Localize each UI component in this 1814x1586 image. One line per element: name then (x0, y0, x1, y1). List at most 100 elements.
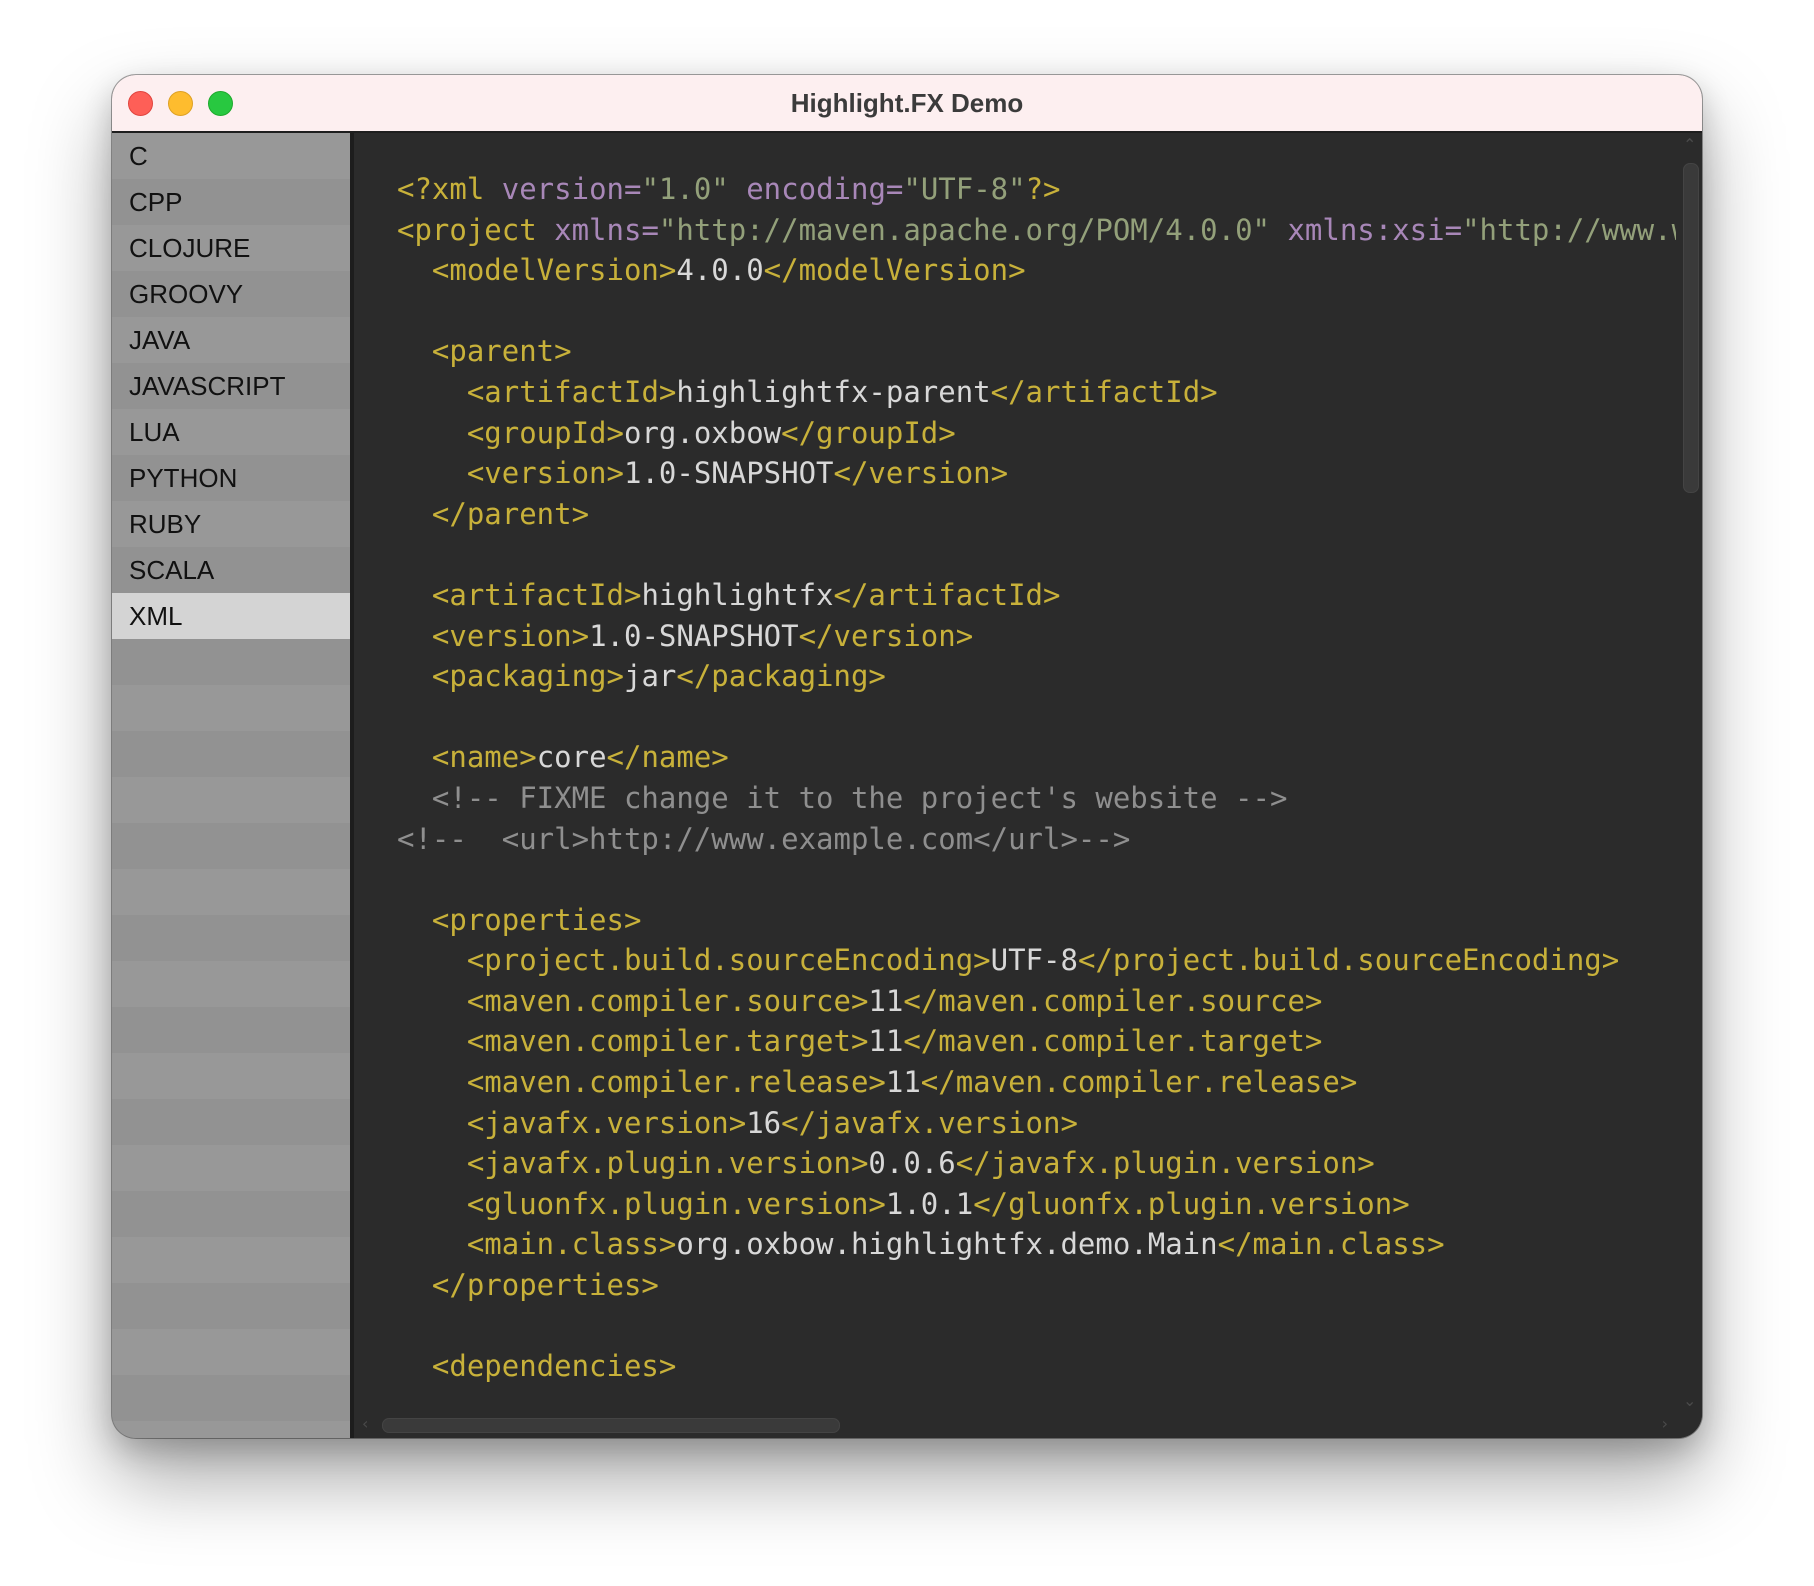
code-line: <main.class>org.oxbow.highlightfx.demo.M… (397, 1224, 1702, 1265)
language-list-panel: C CPP CLOJURE GROOVY JAVA JAVASCRIPT LUA PYTHON… (112, 133, 354, 1438)
code-line: <javafx.version>16</javafx.version> (397, 1103, 1702, 1144)
code-token-tag: <modelVersion> (431, 253, 677, 288)
language-item-cpp[interactable]: CPP (112, 179, 350, 225)
code-token-com: <!-- <url>http://www.example.com</url>--… (397, 821, 1131, 856)
language-list[interactable]: C CPP CLOJURE GROOVY JAVA JAVASCRIPT LUA PYTHON… (112, 133, 350, 639)
language-item-xml[interactable]: XML (112, 593, 350, 639)
vertical-scrollbar[interactable]: ⌃ ⌄ (1676, 133, 1702, 1412)
code-token-text: jar (623, 659, 677, 694)
horizontal-scroll-thumb[interactable] (382, 1418, 840, 1433)
code-token-tag: <javafx.plugin.version> (466, 1146, 869, 1181)
code-token-tag: <javafx.version> (466, 1105, 747, 1140)
code-token-tag: </modelVersion> (763, 253, 1026, 288)
code-token-tag: </packaging> (676, 659, 886, 694)
code-line: <modelVersion>4.0.0</modelVersion> (397, 250, 1702, 291)
language-item-ruby[interactable]: RUBY (112, 501, 350, 547)
code-line: <name>core</name> (397, 737, 1702, 778)
code-line: <properties> (397, 900, 1702, 941)
code-token-tag: <packaging> (431, 659, 624, 694)
language-item-groovy[interactable]: GROOVY (112, 271, 350, 317)
scroll-up-icon[interactable]: ⌃ (1683, 135, 1696, 154)
code-token-text: 1.0-SNAPSHOT (623, 456, 834, 491)
code-line: <version>1.0-SNAPSHOT</version> (397, 616, 1702, 657)
code-token-tag: </project.build.sourceEncoding> (1077, 943, 1620, 978)
code-line: <parent> (397, 331, 1702, 372)
code-token-tag: <version> (431, 618, 590, 653)
scroll-right-icon[interactable]: › (1662, 1414, 1668, 1433)
code-token-tag: </artifactId> (990, 374, 1218, 409)
code-token-text: 16 (746, 1105, 782, 1140)
code-token-attr: encoding= (728, 172, 904, 206)
code-line: </parent> (397, 494, 1702, 535)
code-token-text: core (536, 740, 607, 775)
code-line: <!-- FIXME change it to the project's we… (397, 778, 1702, 819)
code-token-text: 11 (885, 1065, 921, 1100)
code-token-tag: </groupId> (781, 415, 956, 450)
code-line: <project xmlns="http://maven.apache.org/… (397, 210, 1702, 251)
horizontal-scrollbar[interactable]: ‹ › (354, 1412, 1676, 1438)
vertical-scroll-thumb[interactable] (1683, 163, 1699, 493)
code-line: <groupId>org.oxbow</groupId> (397, 413, 1702, 454)
language-item-python[interactable]: PYTHON (112, 455, 350, 501)
code-token-text: org.oxbow (623, 415, 782, 450)
code-token-tag: <version> (466, 456, 624, 491)
code-token-text: highlightfx (641, 577, 834, 612)
language-item-clojure[interactable]: CLOJURE (112, 225, 350, 271)
code-token-val: "http://www.w3 (1462, 212, 1702, 247)
code-line: <dependencies> (397, 1346, 1702, 1387)
code-token-text: 11 (868, 983, 904, 1018)
code-token-tag: <maven.compiler.release> (466, 1065, 886, 1100)
code-token-attr: xmlns= (554, 212, 659, 247)
code-token-text: highlightfx-parent (676, 374, 991, 409)
code-editor[interactable]: <?xml version="1.0" encoding="UTF-8"?> <p… (354, 133, 1702, 1438)
code-area[interactable]: <?xml version="1.0" encoding="UTF-8"?> <p… (397, 169, 1702, 1387)
code-token-tag: </version> (798, 618, 974, 653)
language-item-java[interactable]: JAVA (112, 317, 350, 363)
language-item-lua[interactable]: LUA (112, 409, 350, 455)
title-bar: Highlight.FX Demo (112, 75, 1702, 133)
code-line: <!-- <url>http://www.example.com</url>--… (397, 819, 1702, 860)
code-token-tag: </version> (833, 456, 1009, 491)
language-item-scala[interactable]: SCALA (112, 547, 350, 593)
language-item-c[interactable]: C (112, 133, 350, 179)
code-token-text: org.oxbow.highlightfx.demo.Main (676, 1227, 1218, 1262)
scroll-down-icon[interactable]: ⌄ (1683, 1391, 1696, 1410)
code-token-tag: <artifactId> (431, 577, 642, 612)
app-window: Highlight.FX Demo C CPP CLOJURE GROOVY JAVA J… (112, 75, 1702, 1438)
code-token-com: <!-- FIXME change it to the project's we… (397, 780, 1288, 815)
code-token-tag: <parent> (431, 334, 572, 369)
language-item-javascript[interactable]: JAVASCRIPT (112, 363, 350, 409)
code-token-tag: </parent> (431, 496, 590, 531)
code-line: <maven.compiler.target>11</maven.compile… (397, 1021, 1702, 1062)
code-token-tag: </javafx.plugin.version> (955, 1146, 1375, 1181)
code-line: <packaging>jar</packaging> (397, 656, 1702, 697)
scroll-left-icon[interactable]: ‹ (362, 1414, 368, 1433)
code-token-attr: xmlns:xsi= (1270, 212, 1463, 247)
code-token-tag: </artifactId> (833, 577, 1061, 612)
code-token-text: 11 (868, 1024, 904, 1059)
code-token-text: UTF-8 (990, 943, 1078, 978)
code-token-tag: <maven.compiler.source> (466, 983, 869, 1018)
code-token-text: 1.0.1 (885, 1186, 974, 1221)
code-token-val: "UTF-8" (903, 172, 1026, 206)
code-token-text: 0.0.6 (868, 1146, 956, 1181)
